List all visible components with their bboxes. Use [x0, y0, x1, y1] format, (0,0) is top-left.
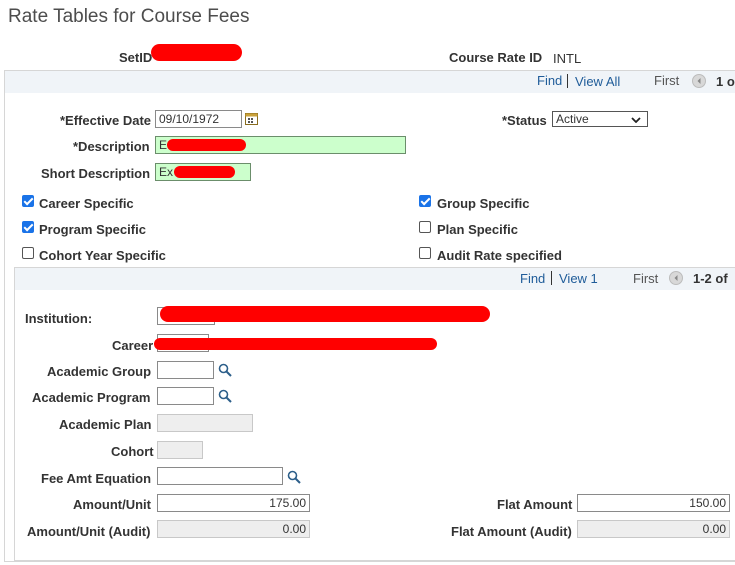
academic-plan-input: [157, 414, 253, 432]
fee-amt-equation-label: Fee Amt Equation: [41, 471, 152, 486]
inner-view-1-link[interactable]: View 1: [559, 271, 598, 286]
calendar-icon[interactable]: [245, 112, 258, 125]
academic-group-label: Academic Group: [47, 364, 152, 379]
outer-first-label: First: [654, 73, 680, 88]
audit-rate-specified-checkbox[interactable]: [419, 247, 431, 259]
flat-amount-label: Flat Amount: [497, 497, 573, 512]
inner-range-label: 1-2 of: [693, 271, 728, 286]
flat-amount-audit-input: 0.00: [577, 520, 730, 538]
status-select-value: Active: [556, 112, 589, 126]
status-select[interactable]: Active: [552, 111, 648, 127]
short-description-redaction: [174, 166, 235, 178]
setid-redaction: [151, 44, 242, 61]
description-label: *Description: [73, 139, 150, 154]
inner-find-link[interactable]: Find: [520, 271, 545, 286]
page-title: Rate Tables for Course Fees: [8, 6, 250, 27]
career-label: Career: [112, 338, 154, 353]
amount-unit-input[interactable]: 175.00: [157, 494, 310, 512]
career-redaction: [154, 338, 437, 350]
cohort-label: Cohort: [111, 444, 154, 459]
career-specific-label: Career Specific: [39, 196, 134, 211]
program-specific-checkbox[interactable]: [22, 221, 34, 233]
outer-view-all-link[interactable]: View All: [575, 74, 620, 89]
inner-nav-separator: [551, 271, 552, 285]
previous-detail-icon[interactable]: [669, 271, 683, 285]
flat-amount-audit-label: Flat Amount (Audit): [451, 524, 572, 539]
outer-nav-separator: [567, 74, 568, 88]
inner-nav-bar: [15, 268, 735, 290]
inner-first-label: First: [633, 271, 659, 286]
amount-unit-audit-input: 0.00: [157, 520, 310, 538]
plan-specific-checkbox[interactable]: [419, 221, 431, 233]
outer-nav-bar: [5, 71, 735, 93]
cohort-year-specific-label: Cohort Year Specific: [39, 248, 166, 263]
previous-row-icon[interactable]: [692, 74, 706, 88]
outer-find-link[interactable]: Find: [537, 73, 562, 88]
amount-unit-audit-label: Amount/Unit (Audit): [27, 524, 151, 539]
setid-label: SetID: [119, 50, 153, 65]
plan-specific-label: Plan Specific: [437, 222, 518, 237]
outer-range-label: 1 o: [716, 74, 735, 89]
effective-date-label: *Effective Date: [60, 113, 152, 128]
academic-group-input[interactable]: [157, 361, 214, 379]
course-rate-id-value: INTL: [553, 51, 582, 66]
cohort-input: [157, 441, 203, 459]
institution-label: Institution:: [25, 311, 93, 326]
flat-amount-input[interactable]: 150.00: [577, 494, 730, 512]
group-specific-label: Group Specific: [437, 196, 530, 211]
academic-group-search-icon[interactable]: [218, 363, 232, 377]
institution-redaction: [160, 306, 490, 322]
amount-unit-label: Amount/Unit: [73, 497, 151, 512]
group-specific-checkbox[interactable]: [419, 195, 431, 207]
fee-amt-equation-input[interactable]: [157, 467, 283, 485]
fee-amt-equation-search-icon[interactable]: [287, 470, 301, 484]
description-redaction: [167, 139, 246, 151]
academic-program-label: Academic Program: [32, 390, 151, 405]
cohort-year-specific-checkbox[interactable]: [22, 247, 34, 259]
audit-rate-specified-label: Audit Rate specified: [437, 248, 562, 263]
short-description-label: Short Description: [41, 166, 151, 181]
academic-program-search-icon[interactable]: [218, 389, 232, 403]
status-label: *Status: [502, 113, 547, 128]
effective-date-input[interactable]: 09/10/1972: [155, 110, 242, 128]
course-rate-id-label: Course Rate ID: [449, 50, 543, 65]
academic-plan-label: Academic Plan: [59, 417, 152, 432]
chevron-down-icon: [631, 117, 641, 123]
academic-program-input[interactable]: [157, 387, 214, 405]
program-specific-label: Program Specific: [39, 222, 146, 237]
career-specific-checkbox[interactable]: [22, 195, 34, 207]
